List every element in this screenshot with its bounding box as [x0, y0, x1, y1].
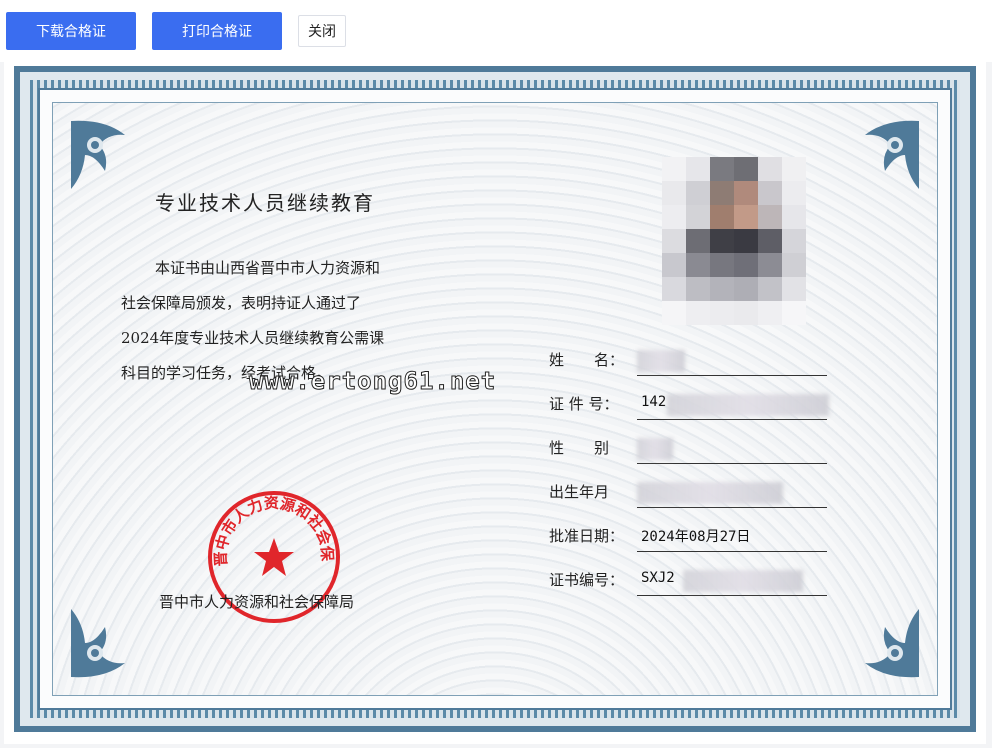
- field-gender: 性 别: [549, 437, 839, 467]
- field-label: 证 件 号：: [549, 395, 619, 413]
- corner-ornament-icon: [65, 603, 145, 683]
- photo-mosaic-pixel: [710, 205, 734, 229]
- photo-mosaic-pixel: [734, 277, 758, 301]
- photo-mosaic-pixel: [782, 229, 806, 253]
- photo-mosaic-pixel: [662, 277, 686, 301]
- field-label: 姓 名：: [549, 351, 625, 369]
- field-label: 出生年月: [549, 483, 610, 501]
- photo-mosaic-pixel: [686, 181, 710, 205]
- photo-mosaic-pixel: [734, 157, 758, 181]
- statement-line: 社会保障局颁发，表明持证人通过了: [121, 294, 362, 312]
- field-label: 证书编号：: [549, 571, 625, 589]
- redaction-blur: [667, 394, 829, 416]
- photo-mosaic-pixel: [710, 229, 734, 253]
- field-birth-date: 出生年月: [549, 481, 839, 511]
- redaction-blur: [637, 482, 783, 504]
- certificate: 专业技术人员继续教育 本证书由山西省晋中市人力资源和 社会保障局颁发，表明持证人…: [14, 66, 976, 732]
- photo-mosaic-pixel: [710, 253, 734, 277]
- photo-mosaic-pixel: [710, 157, 734, 181]
- photo-mosaic-pixel: [662, 253, 686, 277]
- photo-mosaic-pixel: [710, 277, 734, 301]
- star-icon: [254, 538, 294, 576]
- certificate-title: 专业技术人员继续教育: [155, 191, 375, 215]
- photo-mosaic-pixel: [686, 253, 710, 277]
- photo-mosaic-pixel: [662, 181, 686, 205]
- issuer-name: 晋中市人力资源和社会保障局: [159, 593, 355, 611]
- photo-mosaic-pixel: [662, 205, 686, 229]
- photo-mosaic-pixel: [686, 301, 710, 325]
- photo-mosaic-pixel: [782, 181, 806, 205]
- watermark-text: www.ertong61.net: [248, 367, 497, 396]
- corner-ornament-icon: [845, 115, 925, 195]
- statement-line: 本证书由山西省晋中市人力资源和: [155, 259, 381, 277]
- photo-mosaic-pixel: [734, 181, 758, 205]
- download-certificate-button[interactable]: 下载合格证: [6, 12, 136, 50]
- photo-mosaic-pixel: [782, 253, 806, 277]
- photo-mosaic-pixel: [782, 301, 806, 325]
- field-name: 姓 名：: [549, 349, 839, 379]
- close-button[interactable]: 关闭: [298, 15, 346, 47]
- photo-mosaic-pixel: [758, 181, 782, 205]
- photo-mosaic-pixel: [734, 253, 758, 277]
- photo-mosaic-pixel: [686, 277, 710, 301]
- photo-mosaic-pixel: [734, 205, 758, 229]
- photo-mosaic-pixel: [686, 157, 710, 181]
- redaction-blur: [683, 570, 803, 592]
- photo-mosaic-pixel: [758, 253, 782, 277]
- corner-ornament-icon: [65, 115, 145, 195]
- redaction-blur: [637, 438, 673, 460]
- holder-photo-blurred: [662, 157, 810, 329]
- field-label: 批准日期：: [549, 527, 625, 545]
- photo-mosaic-pixel: [710, 181, 734, 205]
- certificate-border: 专业技术人员继续教育 本证书由山西省晋中市人力资源和 社会保障局颁发，表明持证人…: [30, 80, 960, 718]
- photo-mosaic-pixel: [782, 157, 806, 181]
- certificate-container: 专业技术人员继续教育 本证书由山西省晋中市人力资源和 社会保障局颁发，表明持证人…: [4, 52, 986, 744]
- photo-mosaic-pixel: [734, 301, 758, 325]
- corner-ornament-icon: [845, 603, 925, 683]
- photo-mosaic-pixel: [758, 157, 782, 181]
- photo-mosaic-pixel: [758, 205, 782, 229]
- photo-mosaic-pixel: [686, 229, 710, 253]
- redaction-blur: [637, 350, 685, 372]
- photo-mosaic-pixel: [758, 277, 782, 301]
- field-approval-date: 批准日期： 2024年08月27日: [549, 525, 839, 555]
- field-label: 性 别: [549, 439, 610, 457]
- photo-mosaic-pixel: [758, 301, 782, 325]
- photo-mosaic-pixel: [662, 229, 686, 253]
- statement-line: 2024年度专业技术人员继续教育公需课: [121, 329, 385, 347]
- photo-mosaic-pixel: [782, 277, 806, 301]
- field-certificate-number: 证书编号： SXJ2: [549, 569, 839, 599]
- photo-mosaic-pixel: [782, 205, 806, 229]
- photo-mosaic-pixel: [686, 205, 710, 229]
- photo-mosaic-pixel: [662, 157, 686, 181]
- print-certificate-button[interactable]: 打印合格证: [152, 12, 282, 50]
- field-id-number: 证 件 号： 142: [549, 393, 839, 423]
- field-value: 2024年08月27日: [637, 526, 827, 552]
- photo-mosaic-pixel: [662, 301, 686, 325]
- photo-mosaic-pixel: [758, 229, 782, 253]
- photo-mosaic-pixel: [710, 301, 734, 325]
- certificate-body: 专业技术人员继续教育 本证书由山西省晋中市人力资源和 社会保障局颁发，表明持证人…: [52, 102, 938, 696]
- photo-mosaic-pixel: [734, 229, 758, 253]
